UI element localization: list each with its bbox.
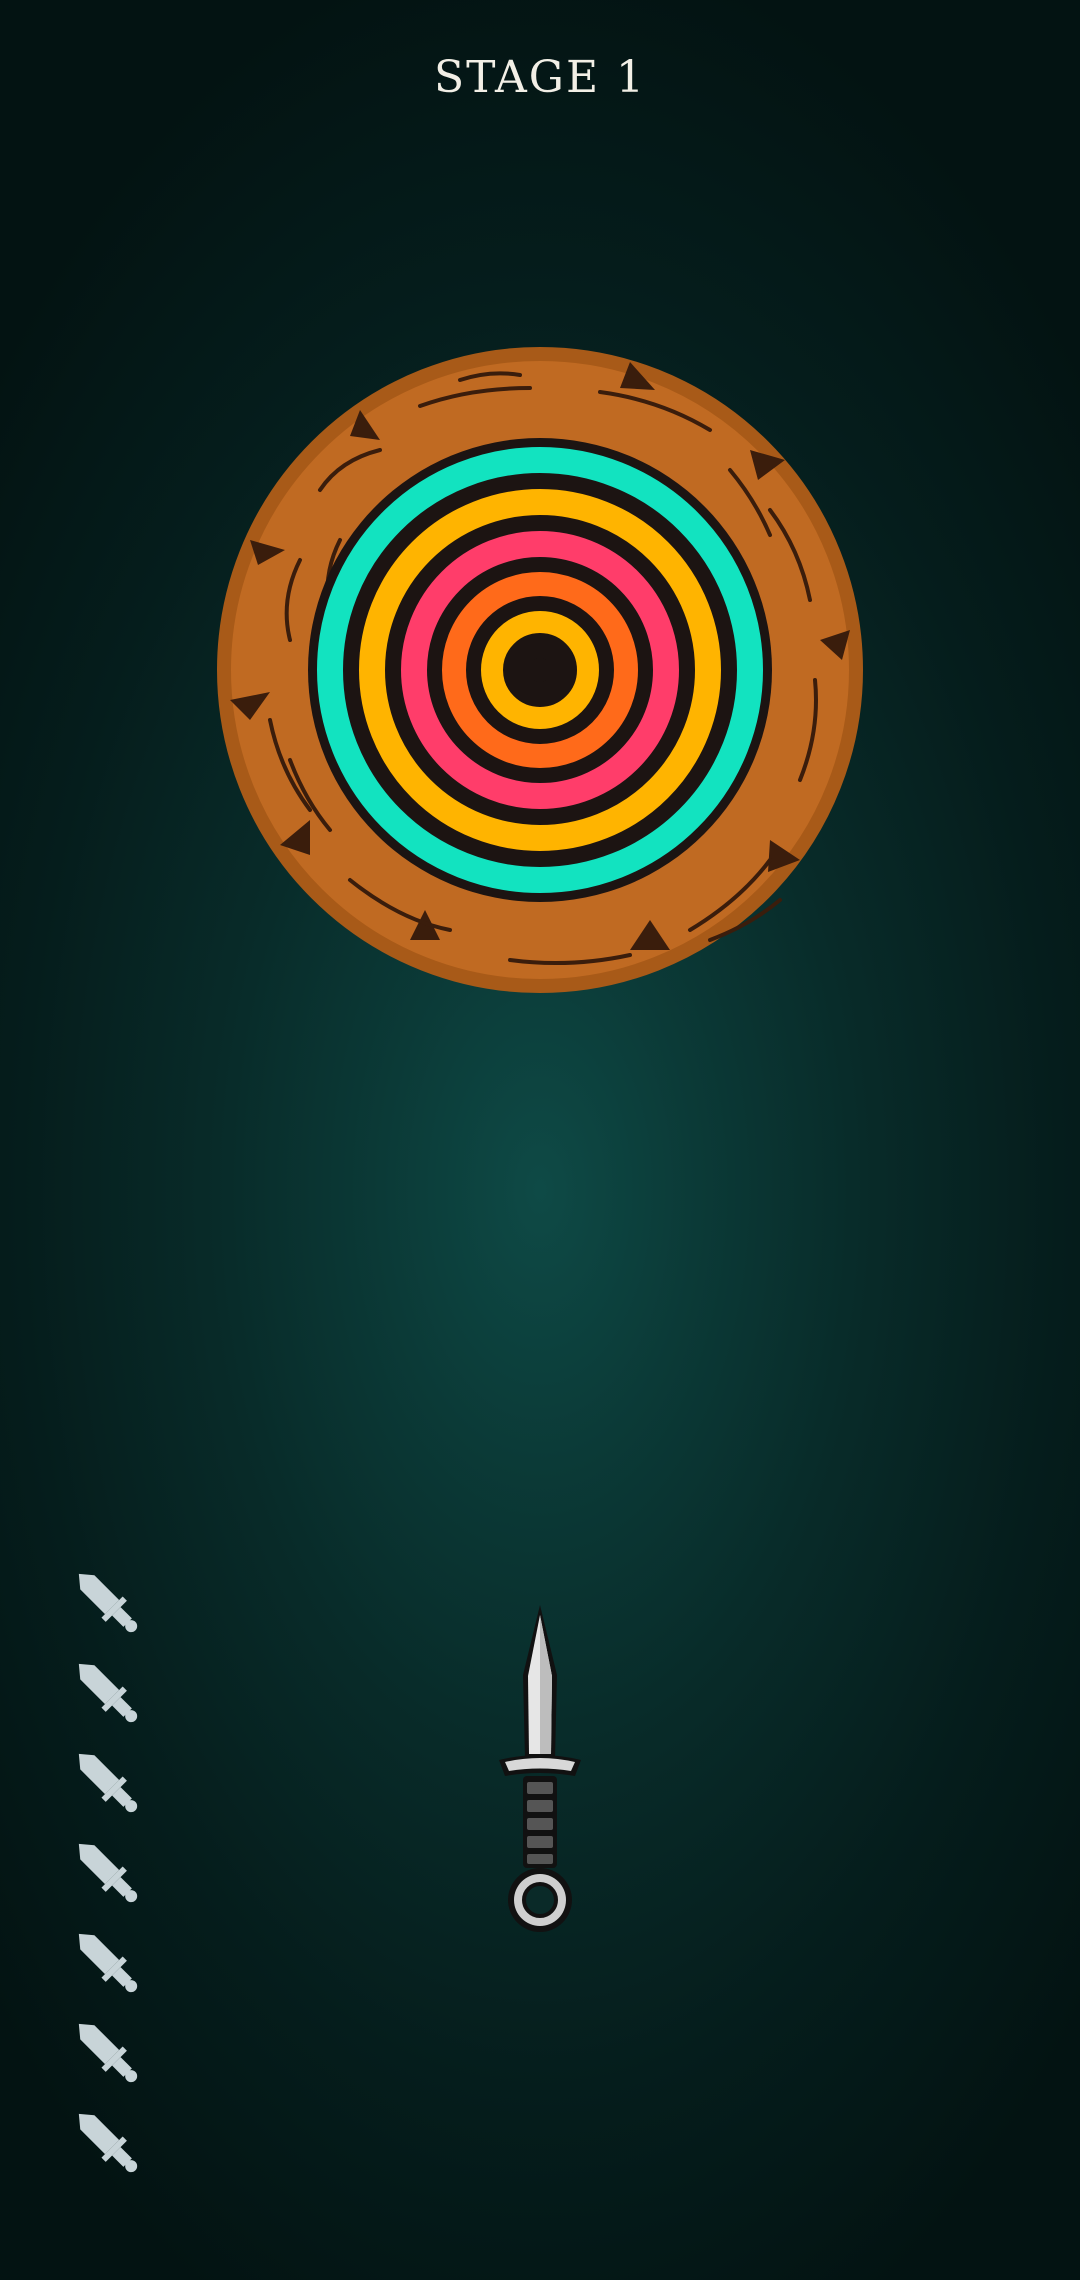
knife-icon xyxy=(60,1915,150,2005)
wooden-log-target-icon xyxy=(217,347,863,993)
knife-icon xyxy=(60,1645,150,1735)
knife-icon xyxy=(60,2005,150,2095)
knife-icon xyxy=(60,1735,150,1825)
dagger-icon xyxy=(499,1605,581,1932)
knife-icon xyxy=(60,1555,150,1645)
player-knife[interactable] xyxy=(495,1600,585,1940)
wooden-log-target[interactable] xyxy=(210,340,870,1000)
knife-icon xyxy=(60,2095,150,2185)
stage-title: STAGE 1 xyxy=(433,52,647,103)
knife-icon xyxy=(60,1825,150,1915)
